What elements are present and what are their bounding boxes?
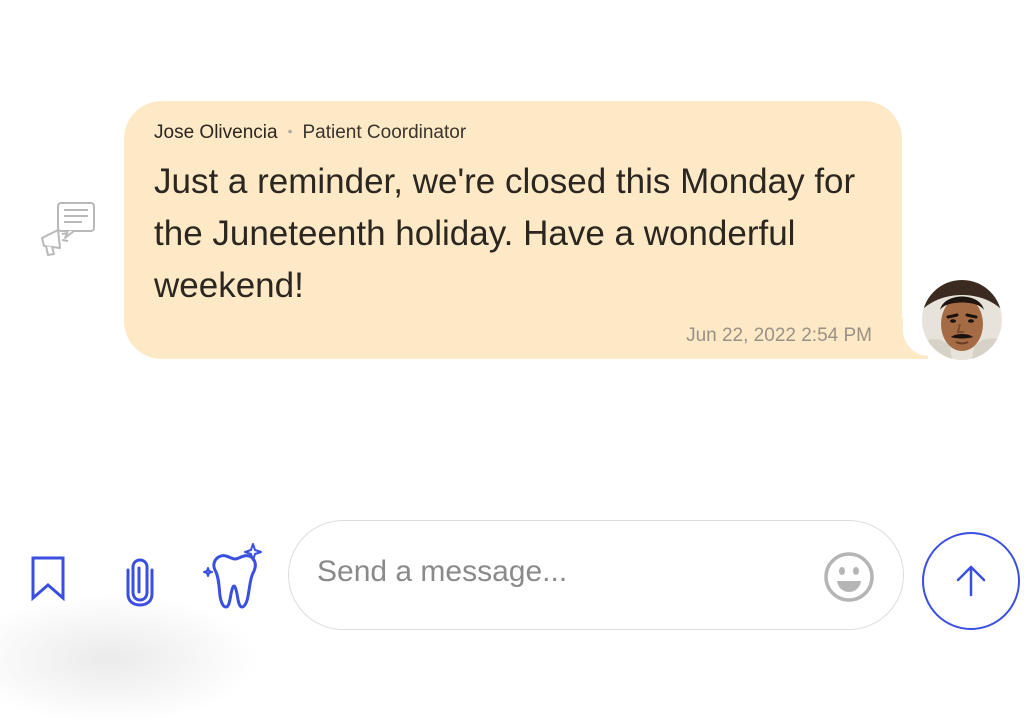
avatar[interactable] xyxy=(922,280,1002,360)
announcement-icon xyxy=(41,202,95,256)
message-bubble: Jose Olivencia • Patient Coordinator Just … xyxy=(124,101,902,359)
avatar-image xyxy=(922,280,1002,360)
message-input[interactable] xyxy=(315,546,799,598)
smiley-icon[interactable] xyxy=(823,551,875,603)
message-composer xyxy=(288,520,904,630)
separator-dot: • xyxy=(287,123,293,139)
bottom-shadow xyxy=(0,594,260,724)
sender-role: Patient Coordinator xyxy=(302,122,467,143)
message-text: Just a reminder, we're closed this Monda… xyxy=(154,162,856,305)
sender-name: Jose Olivencia xyxy=(154,122,278,143)
sender-line: Jose Olivencia • Patient Coordinator xyxy=(154,122,466,144)
arrow-up-icon xyxy=(956,565,986,597)
bookmark-icon[interactable] xyxy=(30,555,66,601)
sparkle-tooth-icon[interactable] xyxy=(202,540,268,612)
paperclip-icon[interactable] xyxy=(124,556,158,608)
message-timestamp: Jun 22, 2022 2:54 PM xyxy=(686,325,872,346)
send-button[interactable] xyxy=(922,532,1020,630)
